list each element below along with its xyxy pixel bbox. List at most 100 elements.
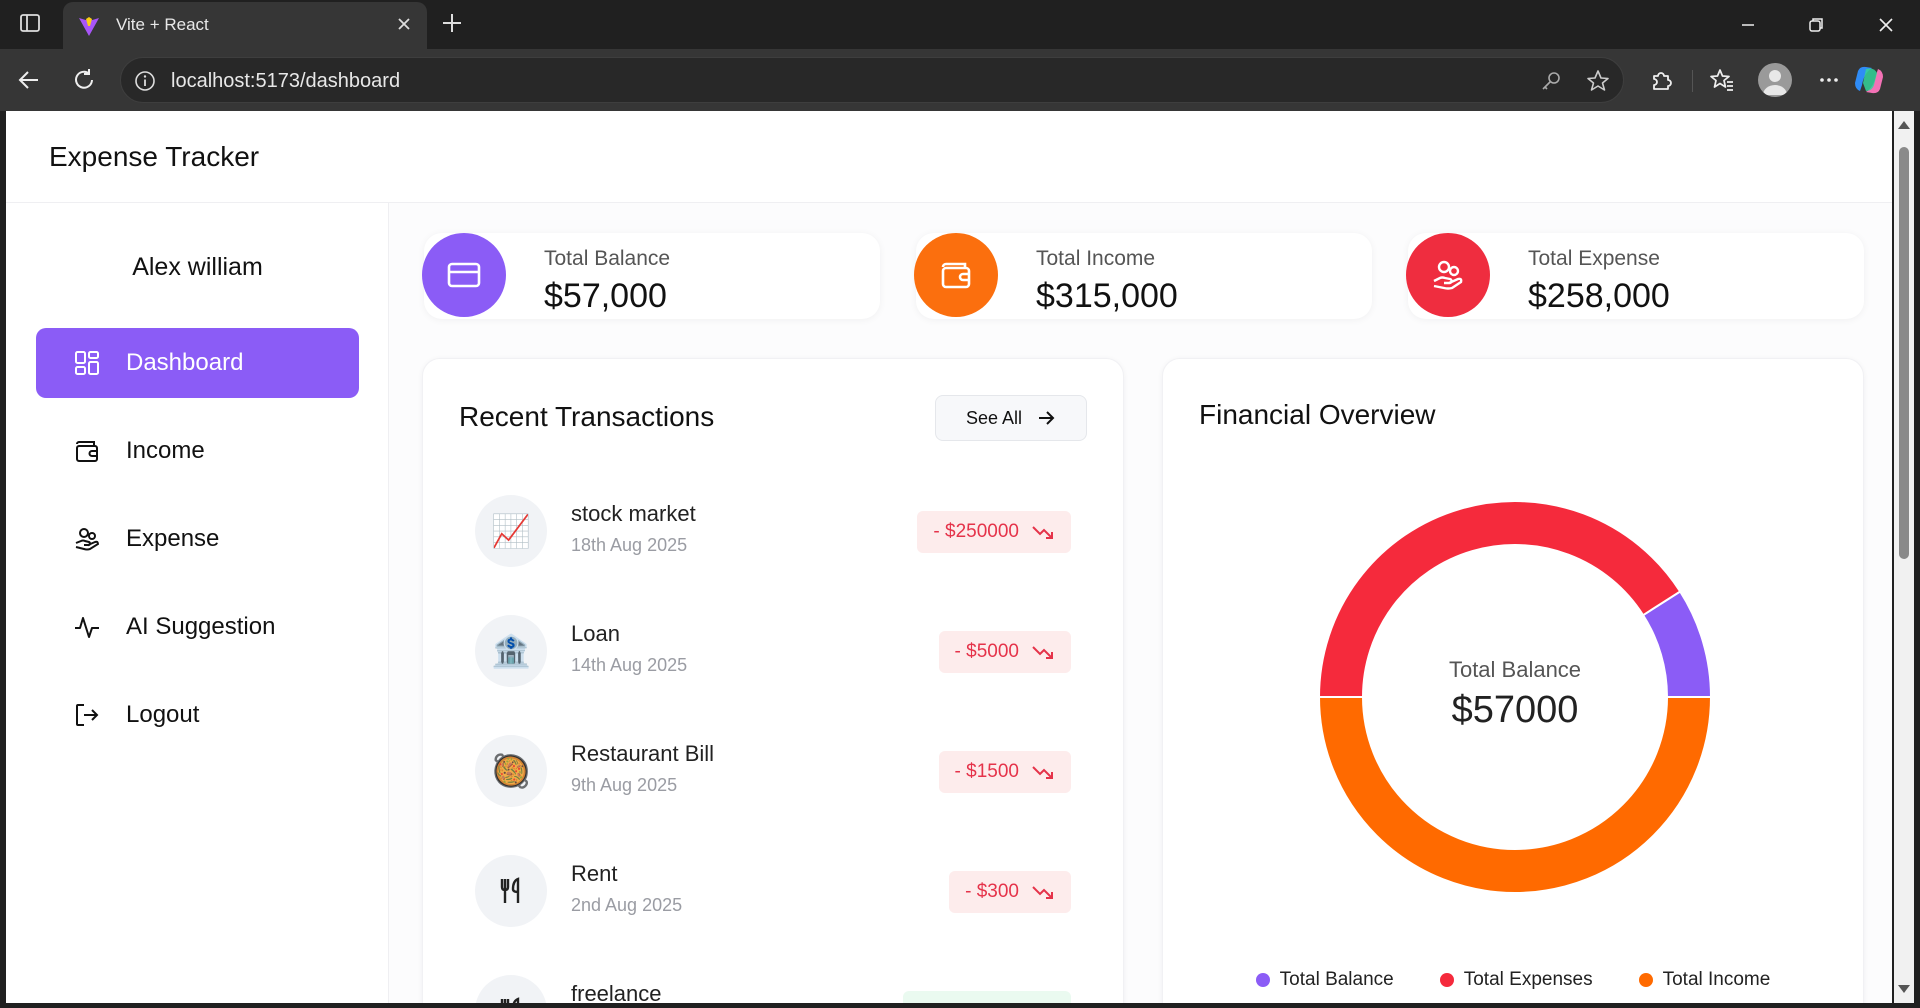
close-window-icon[interactable] bbox=[1858, 0, 1914, 49]
transaction-row[interactable]: 📈 stock market 18th Aug 2025 - $250000 bbox=[475, 491, 1071, 571]
favorite-star-icon[interactable] bbox=[1585, 68, 1611, 94]
transaction-row[interactable]: Rent 2nd Aug 2025 - $300 bbox=[475, 851, 1071, 931]
sidebar-item-dashboard[interactable]: Dashboard bbox=[36, 328, 359, 398]
more-options-icon[interactable] bbox=[1812, 63, 1846, 97]
transaction-amount: - $250000 bbox=[933, 521, 1019, 542]
sidebar-item-label: Expense bbox=[126, 525, 220, 552]
page-viewport: Expense Tracker Alex william Dashboard I… bbox=[6, 111, 1892, 1003]
transaction-row[interactable]: freelance bbox=[475, 971, 1071, 1003]
legend-item-total-income: Total Income bbox=[1638, 969, 1771, 991]
legend-item-total-balance: Total Balance bbox=[1255, 969, 1394, 991]
scroll-up-arrow-icon[interactable] bbox=[1898, 121, 1910, 129]
stat-label: Total Expense bbox=[1528, 247, 1660, 270]
legend-label: Total Expenses bbox=[1463, 969, 1593, 990]
browser-tab-bar: Vite + React bbox=[0, 0, 1920, 49]
transaction-amount-badge bbox=[903, 991, 1071, 1003]
scroll-down-arrow-icon[interactable] bbox=[1898, 985, 1910, 993]
stat-label: Total Balance bbox=[544, 247, 671, 270]
key-icon[interactable] bbox=[1539, 69, 1563, 93]
minimize-icon[interactable] bbox=[1720, 0, 1776, 49]
food-pan-icon: 🥘 bbox=[475, 735, 547, 807]
favorites-icon[interactable] bbox=[1705, 63, 1739, 97]
recent-transactions-card: Recent Transactions See All 📈 stock mark… bbox=[422, 358, 1124, 1003]
recent-transactions-title: Recent Transactions bbox=[459, 401, 715, 432]
sidebar-item-income[interactable]: Income bbox=[36, 416, 359, 486]
trending-down-icon bbox=[1032, 526, 1053, 539]
sidebar-item-label: Dashboard bbox=[126, 349, 244, 376]
legend-label: Total Balance bbox=[1279, 969, 1394, 990]
sidebar-item-expense[interactable]: Expense bbox=[36, 504, 359, 574]
chart-legend: Total Balance Total Expenses Total Incom… bbox=[1163, 969, 1863, 991]
new-tab-icon[interactable] bbox=[440, 11, 464, 35]
legend-dot bbox=[1638, 973, 1653, 987]
vite-logo-icon bbox=[77, 14, 101, 38]
stat-value: $57,000 bbox=[544, 277, 667, 315]
back-arrow-icon[interactable] bbox=[12, 63, 46, 97]
toolbar-separator bbox=[1692, 70, 1693, 92]
tab-title: Vite + React bbox=[116, 15, 209, 34]
transaction-row[interactable]: 🥘 Restaurant Bill 9th Aug 2025 - $1500 bbox=[475, 731, 1071, 811]
sidebar-item-label: Logout bbox=[126, 701, 200, 728]
see-all-button[interactable]: See All bbox=[935, 395, 1087, 441]
sidebar-item-ai-suggestion[interactable]: AI Suggestion bbox=[36, 592, 359, 662]
sidebar-item-label: Income bbox=[126, 437, 205, 464]
transaction-name: Rent bbox=[571, 861, 618, 886]
legend-dot bbox=[1439, 973, 1454, 987]
hand-coins-icon bbox=[1406, 233, 1490, 317]
sidebar-item-logout[interactable]: Logout bbox=[36, 680, 359, 750]
transaction-name: Loan bbox=[571, 621, 620, 646]
chart-increasing-icon: 📈 bbox=[475, 495, 547, 567]
transaction-amount: - $1500 bbox=[954, 761, 1019, 782]
close-tab-icon[interactable] bbox=[393, 13, 415, 35]
donut-center-value: $57000 bbox=[1451, 689, 1579, 731]
window-menu-icon[interactable] bbox=[19, 12, 41, 34]
dashboard-grid-icon bbox=[72, 348, 102, 378]
sidebar: Alex william Dashboard Income Expense AI… bbox=[6, 203, 389, 1003]
stat-card-total-expense: Total Expense $258,000 bbox=[1406, 233, 1864, 319]
arrow-right-icon bbox=[1039, 411, 1055, 425]
wallet-icon bbox=[914, 233, 998, 317]
stat-value: $258,000 bbox=[1528, 277, 1670, 315]
address-bar[interactable]: localhost:5173/dashboard bbox=[120, 57, 1624, 103]
wallet-icon bbox=[72, 436, 102, 466]
financial-overview-card: Financial Overview Total Balance $57000 … bbox=[1162, 358, 1864, 1003]
browser-tab[interactable]: Vite + React bbox=[63, 2, 427, 49]
scrollbar-thumb[interactable] bbox=[1899, 147, 1909, 559]
transaction-date: 9th Aug 2025 bbox=[571, 775, 678, 795]
transaction-row[interactable]: 🏦 Loan 14th Aug 2025 - $5000 bbox=[475, 611, 1071, 691]
transaction-date: 18th Aug 2025 bbox=[571, 535, 688, 555]
transaction-date: 2nd Aug 2025 bbox=[571, 895, 683, 915]
stat-card-total-balance: Total Balance $57,000 bbox=[422, 233, 880, 319]
copilot-icon[interactable] bbox=[1852, 63, 1886, 97]
donut-center-label: Total Balance bbox=[1448, 657, 1582, 682]
app-title: Expense Tracker bbox=[49, 141, 260, 172]
fork-knife-icon bbox=[475, 975, 547, 1003]
extensions-icon[interactable] bbox=[1644, 63, 1678, 97]
sidebar-item-label: AI Suggestion bbox=[126, 613, 276, 640]
app-header: Expense Tracker bbox=[6, 111, 1892, 203]
fork-knife-icon bbox=[475, 855, 547, 927]
reload-icon[interactable] bbox=[67, 63, 101, 97]
transaction-amount: - $300 bbox=[965, 881, 1019, 902]
restore-icon[interactable] bbox=[1788, 0, 1844, 49]
profile-avatar[interactable] bbox=[1758, 63, 1792, 97]
transaction-date: 14th Aug 2025 bbox=[571, 655, 688, 675]
hand-coins-icon bbox=[72, 524, 102, 554]
stat-card-total-income: Total Income $315,000 bbox=[914, 233, 1372, 319]
transaction-name: Restaurant Bill bbox=[571, 741, 715, 766]
activity-pulse-icon bbox=[72, 612, 102, 642]
see-all-label: See All bbox=[965, 407, 1023, 428]
logout-icon bbox=[72, 700, 102, 730]
transaction-amount-badge: - $1500 bbox=[938, 751, 1071, 793]
site-info-icon[interactable] bbox=[133, 69, 157, 93]
page-scrollbar[interactable] bbox=[1894, 111, 1914, 1003]
stat-label: Total Income bbox=[1036, 247, 1156, 270]
trending-down-icon bbox=[1032, 886, 1053, 899]
legend-label: Total Income bbox=[1662, 969, 1771, 990]
transaction-amount-badge: - $250000 bbox=[917, 511, 1071, 553]
legend-item-total-expenses: Total Expenses bbox=[1439, 969, 1593, 991]
transaction-amount-badge: - $5000 bbox=[938, 631, 1071, 673]
credit-card-icon bbox=[422, 233, 506, 317]
transaction-name: freelance bbox=[571, 981, 662, 1003]
url-text: localhost:5173/dashboard bbox=[171, 70, 401, 92]
